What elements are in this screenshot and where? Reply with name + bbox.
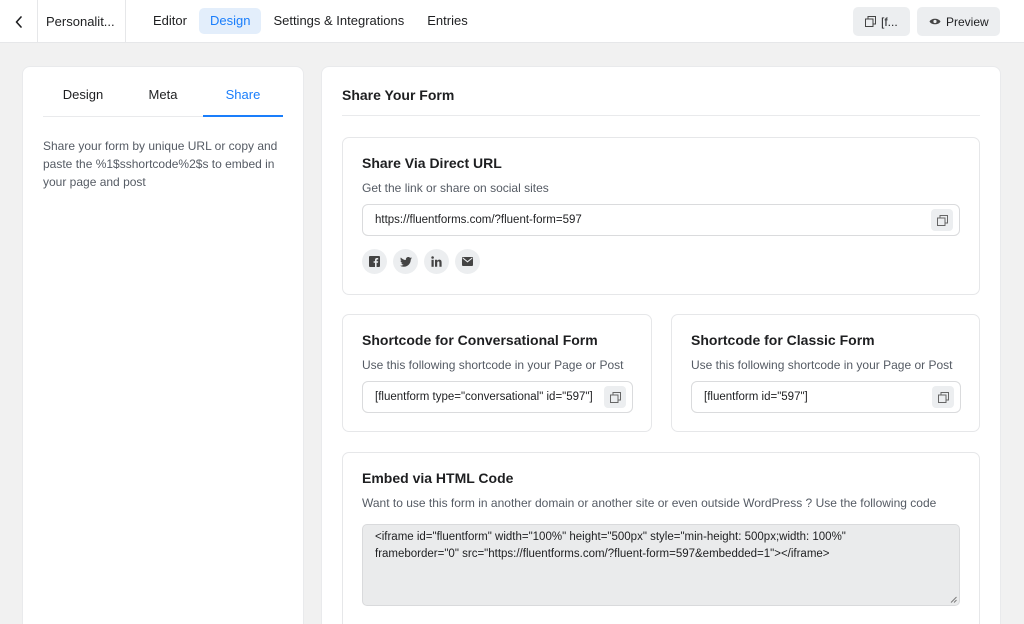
copy-url-button[interactable]: [931, 209, 953, 231]
conversational-subtitle: Use this following shortcode in your Pag…: [362, 358, 624, 372]
page-title: Share Your Form: [342, 87, 455, 103]
top-nav: Editor Design Settings & Integrations En…: [142, 8, 480, 34]
embed-subtitle: Want to use this form in another domain …: [362, 496, 937, 510]
conversational-shortcode-field[interactable]: [fluentform type="conversational" id="59…: [362, 381, 633, 413]
nav-design[interactable]: Design: [198, 8, 262, 34]
classic-title: Shortcode for Classic Form: [691, 332, 875, 348]
twitter-icon[interactable]: [393, 249, 418, 274]
top-bar: Personalit... Editor Design Settings & I…: [0, 0, 1024, 43]
tab-share[interactable]: Share: [203, 87, 283, 117]
share-panel: Share Your Form Share Via Direct URL Get…: [321, 66, 1001, 624]
embed-html-card: Embed via HTML Code Want to use this for…: [342, 452, 980, 624]
conversational-title: Shortcode for Conversational Form: [362, 332, 598, 348]
copy-icon: [936, 214, 948, 226]
embed-code-line-1: <iframe id="fluentform" width="100%" hei…: [375, 531, 846, 543]
conversational-shortcode-value: [fluentform type="conversational" id="59…: [375, 391, 593, 403]
preview-button[interactable]: Preview: [917, 7, 1000, 36]
shortcode-button-label: [f...: [881, 14, 898, 29]
direct-url-value: https://fluentforms.com/?fluent-form=597: [375, 214, 582, 226]
copy-icon: [865, 16, 876, 27]
copy-classic-button[interactable]: [932, 386, 954, 408]
embed-code-textarea[interactable]: <iframe id="fluentform" width="100%" hei…: [362, 524, 960, 606]
copy-icon: [937, 391, 949, 403]
title-divider: [342, 115, 980, 116]
facebook-icon[interactable]: [362, 249, 387, 274]
sidebar-tabs: Design Meta Share: [43, 87, 283, 117]
email-icon[interactable]: [455, 249, 480, 274]
nav-editor[interactable]: Editor: [142, 8, 198, 34]
classic-shortcode-value: [fluentform id="597"]: [704, 391, 808, 403]
copy-shortcode-button[interactable]: [f...: [853, 7, 910, 36]
conversational-shortcode-card: Shortcode for Conversational Form Use th…: [342, 314, 652, 432]
classic-subtitle: Use this following shortcode in your Pag…: [691, 358, 953, 372]
settings-sidebar: Design Meta Share Share your form by uni…: [22, 66, 304, 624]
direct-url-card: Share Via Direct URL Get the link or sha…: [342, 137, 980, 295]
direct-url-subtitle: Get the link or share on social sites: [362, 181, 549, 195]
social-share-buttons: [362, 249, 480, 274]
classic-shortcode-card: Shortcode for Classic Form Use this foll…: [671, 314, 980, 432]
back-button[interactable]: [0, 0, 38, 43]
direct-url-title: Share Via Direct URL: [362, 155, 502, 171]
classic-shortcode-field[interactable]: [fluentform id="597"]: [691, 381, 961, 413]
tab-meta[interactable]: Meta: [123, 87, 203, 117]
embed-title: Embed via HTML Code: [362, 470, 514, 486]
direct-url-field[interactable]: https://fluentforms.com/?fluent-form=597: [362, 204, 960, 236]
preview-button-label: Preview: [946, 14, 989, 29]
form-title: Personalit...: [46, 14, 115, 29]
nav-entries[interactable]: Entries: [416, 8, 478, 34]
form-title-container: Personalit...: [38, 0, 126, 43]
copy-icon: [609, 391, 621, 403]
copy-conversational-button[interactable]: [604, 386, 626, 408]
resize-grip-icon[interactable]: [950, 596, 957, 603]
tab-design[interactable]: Design: [43, 87, 123, 117]
eye-icon: [929, 18, 941, 25]
linkedin-icon[interactable]: [424, 249, 449, 274]
embed-code-line-2: frameborder="0" src="https://fluentforms…: [375, 548, 830, 560]
nav-settings-integrations[interactable]: Settings & Integrations: [262, 8, 415, 34]
share-description: Share your form by unique URL or copy an…: [43, 139, 278, 189]
chevron-left-icon: [15, 15, 22, 28]
